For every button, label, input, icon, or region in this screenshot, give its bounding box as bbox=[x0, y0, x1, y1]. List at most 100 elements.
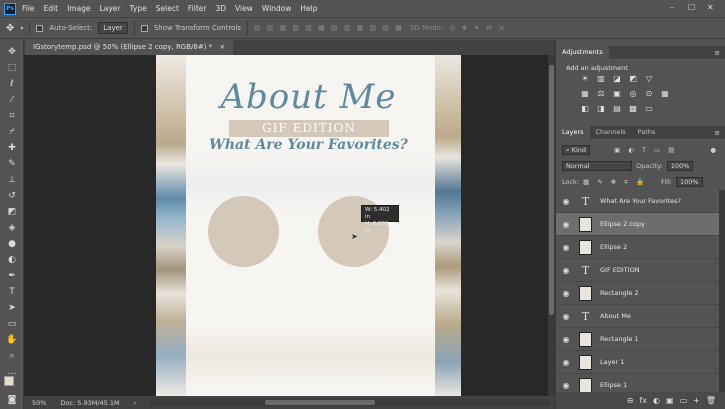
menu-filter[interactable]: Filter bbox=[188, 4, 207, 13]
layer-row[interactable]: ◉ T About Me bbox=[556, 305, 719, 328]
layer-row[interactable]: ◉ Ellipse 2 bbox=[556, 236, 719, 259]
link-layers-icon[interactable]: ⊖ bbox=[627, 396, 634, 405]
menu-edit[interactable]: Edit bbox=[44, 4, 59, 13]
layer-name[interactable]: Rectangle 1 bbox=[600, 335, 639, 343]
layer-filter-dropdown[interactable]: ⌕ Kind bbox=[562, 145, 591, 155]
channel-mixer-icon[interactable]: ⊙ bbox=[644, 89, 654, 98]
menu-window[interactable]: Window bbox=[262, 4, 292, 13]
photo-filter-icon[interactable]: ◎ bbox=[628, 89, 638, 98]
ellipse-2[interactable] bbox=[208, 196, 279, 267]
curves-icon[interactable]: ◪ bbox=[612, 74, 622, 83]
close-button[interactable]: ✕ bbox=[707, 3, 714, 12]
menu-select[interactable]: Select bbox=[156, 4, 179, 13]
auto-select-dropdown[interactable]: Layer bbox=[98, 22, 128, 34]
filter-icons[interactable]: ▣ ◐ T ▭ ▤ bbox=[614, 146, 677, 154]
menu-image[interactable]: Image bbox=[67, 4, 91, 13]
visibility-eye-icon[interactable]: ◉ bbox=[559, 266, 573, 275]
eraser-tool-icon[interactable]: ◩ bbox=[6, 206, 18, 218]
align-icons[interactable]: ▤ ▥ ▦ ▧ ▨ ▩ ▤ ▥ ▦ ▧ ▨ ▩ bbox=[254, 24, 404, 32]
visibility-eye-icon[interactable]: ◉ bbox=[559, 197, 573, 206]
lasso-tool-icon[interactable]: ℓ bbox=[6, 78, 18, 90]
hue-saturation-icon[interactable]: ▦ bbox=[580, 89, 590, 98]
blend-mode-dropdown[interactable]: Normal bbox=[562, 161, 632, 171]
tab-layers[interactable]: Layers bbox=[556, 126, 590, 139]
layer-name[interactable]: Ellipse 1 bbox=[600, 381, 627, 389]
document-tab[interactable]: IGstorytemp.psd @ 50% (Ellipse 2 copy, R… bbox=[25, 40, 234, 55]
history-brush-tool-icon[interactable]: ↺ bbox=[6, 190, 18, 202]
gradient-map-icon[interactable]: ▭ bbox=[644, 104, 654, 113]
layer-row[interactable]: ◉ Ellipse 2 copy bbox=[556, 213, 719, 236]
visibility-eye-icon[interactable]: ◉ bbox=[559, 358, 573, 367]
visibility-eye-icon[interactable]: ◉ bbox=[559, 381, 573, 390]
shape-tool-icon[interactable]: ▭ bbox=[6, 318, 18, 330]
menu-view[interactable]: View bbox=[235, 4, 253, 13]
hand-tool-icon[interactable]: ✋ bbox=[6, 334, 18, 346]
layers-scrollbar[interactable] bbox=[719, 190, 725, 392]
paint-bucket-tool-icon[interactable]: ◈ bbox=[6, 222, 18, 234]
show-transform-checkbox[interactable] bbox=[140, 24, 148, 32]
layer-name[interactable]: Ellipse 2 copy bbox=[600, 220, 645, 228]
horizontal-scrollbar[interactable] bbox=[150, 399, 550, 406]
move-tool-icon[interactable]: ✥ bbox=[6, 23, 14, 34]
layer-row[interactable]: ◉ Rectangle 2 bbox=[556, 282, 719, 305]
layer-row[interactable]: ◉ Rectangle 1 bbox=[556, 328, 719, 351]
status-menu-arrow[interactable]: › bbox=[134, 399, 137, 407]
layer-name[interactable]: GIF EDITION bbox=[600, 266, 640, 274]
dodge-tool-icon[interactable]: ◐ bbox=[6, 254, 18, 266]
black-white-icon[interactable]: ▣ bbox=[612, 89, 622, 98]
minimize-button[interactable]: – bbox=[670, 3, 674, 12]
chevron-down-icon[interactable]: ▾ bbox=[20, 25, 23, 32]
vibrance-icon[interactable]: ▽ bbox=[644, 74, 654, 83]
maximize-button[interactable]: ☐ bbox=[688, 3, 695, 12]
group-icon[interactable]: ▭ bbox=[680, 396, 688, 405]
lock-icons[interactable]: ▦ ✎ ✥ ⌗ 🔒 bbox=[583, 178, 647, 187]
vertical-scrollbar[interactable] bbox=[548, 55, 555, 396]
trash-icon[interactable]: 🗑 bbox=[706, 396, 716, 405]
menu-type[interactable]: Type bbox=[130, 4, 147, 13]
fx-icon[interactable]: fx bbox=[639, 396, 647, 405]
horizontal-scroll-thumb[interactable] bbox=[265, 400, 375, 405]
mask-icon[interactable]: ◐ bbox=[653, 396, 660, 405]
move-tool-icon[interactable]: ✥ bbox=[6, 46, 18, 58]
document-canvas[interactable]: About Me GIF EDITION What Are Your Favor… bbox=[156, 55, 461, 396]
levels-icon[interactable]: ▥ bbox=[596, 74, 606, 83]
visibility-eye-icon[interactable]: ◉ bbox=[559, 220, 573, 229]
eyedropper-tool-icon[interactable]: ⌿ bbox=[6, 126, 18, 138]
filter-toggle[interactable]: ● bbox=[710, 146, 716, 154]
zoom-level[interactable]: 50% bbox=[32, 399, 46, 407]
quick-select-tool-icon[interactable]: ⁄ bbox=[6, 94, 18, 106]
healing-brush-tool-icon[interactable]: ✚ bbox=[6, 142, 18, 154]
brush-tool-icon[interactable]: ✎ bbox=[6, 158, 18, 170]
menu-file[interactable]: File bbox=[22, 4, 35, 13]
tab-adjustments[interactable]: Adjustments bbox=[556, 46, 609, 59]
layer-row[interactable]: ◉ T What Are Your Favorites? bbox=[556, 190, 719, 213]
menu-3d[interactable]: 3D bbox=[215, 4, 226, 13]
posterize-icon[interactable]: ◨ bbox=[596, 104, 606, 113]
type-tool-icon[interactable]: T bbox=[6, 286, 18, 298]
menu-help[interactable]: Help bbox=[300, 4, 317, 13]
color-lookup-icon[interactable]: ▦ bbox=[660, 89, 670, 98]
exposure-icon[interactable]: ◩ bbox=[628, 74, 638, 83]
visibility-eye-icon[interactable]: ◉ bbox=[559, 312, 573, 321]
adjustment-layer-icon[interactable]: ▣ bbox=[666, 396, 674, 405]
panel-menu-icon[interactable]: ≡ bbox=[714, 129, 720, 137]
close-tab-icon[interactable]: × bbox=[219, 43, 225, 51]
brightness-icon[interactable]: ☀ bbox=[580, 74, 590, 83]
layer-name[interactable]: Ellipse 2 bbox=[600, 243, 627, 251]
fill-input[interactable]: 100% bbox=[675, 177, 703, 187]
tab-paths[interactable]: Paths bbox=[632, 126, 662, 139]
crop-tool-icon[interactable]: ⌗ bbox=[6, 110, 18, 122]
quick-mask-icon[interactable]: ◙ bbox=[6, 394, 18, 406]
blur-tool-icon[interactable]: ● bbox=[6, 238, 18, 250]
selective-color-icon[interactable]: ▩ bbox=[628, 104, 638, 113]
panel-menu-icon[interactable]: ≡ bbox=[714, 49, 720, 57]
menu-layer[interactable]: Layer bbox=[100, 4, 121, 13]
layer-row[interactable]: ◉ T GIF EDITION bbox=[556, 259, 719, 282]
zoom-tool-icon[interactable]: ⌕ bbox=[6, 350, 18, 362]
visibility-eye-icon[interactable]: ◉ bbox=[559, 335, 573, 344]
layer-name[interactable]: What Are Your Favorites? bbox=[600, 197, 681, 205]
visibility-eye-icon[interactable]: ◉ bbox=[559, 243, 573, 252]
layer-name[interactable]: Rectangle 2 bbox=[600, 289, 639, 297]
vertical-scroll-thumb[interactable] bbox=[549, 65, 554, 315]
visibility-eye-icon[interactable]: ◉ bbox=[559, 289, 573, 298]
